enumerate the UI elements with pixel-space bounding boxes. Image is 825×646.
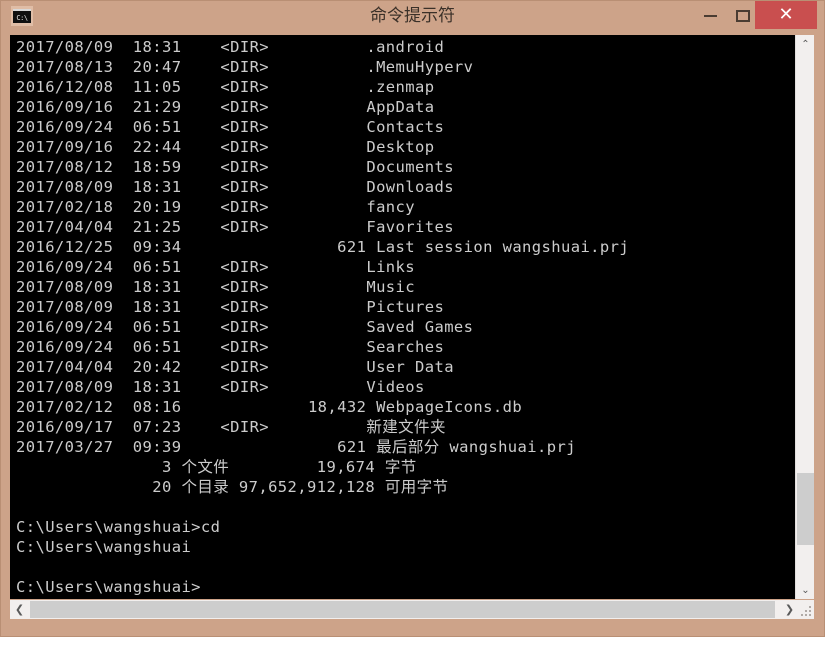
close-icon: ✕ bbox=[778, 4, 794, 25]
scroll-down-arrow-icon[interactable]: ⌄ bbox=[796, 581, 815, 599]
command-prompt-window: C:\ 命令提示符 ✕ 2017/08/09 18:31 <DIR> .andr… bbox=[0, 0, 825, 637]
vertical-scrollbar-thumb[interactable] bbox=[797, 473, 814, 545]
scroll-left-arrow-icon[interactable]: ❮ bbox=[10, 600, 29, 619]
console-output-area[interactable]: 2017/08/09 18:31 <DIR> .android 2017/08/… bbox=[10, 35, 799, 599]
vertical-scrollbar[interactable]: ⌃ ⌄ bbox=[795, 35, 814, 599]
horizontal-scrollbar[interactable]: ❮ ❯ bbox=[10, 600, 814, 619]
horizontal-scrollbar-thumb[interactable] bbox=[30, 601, 775, 618]
console-icon[interactable]: C:\ bbox=[11, 6, 33, 26]
console-text: 2017/08/09 18:31 <DIR> .android 2017/08/… bbox=[16, 38, 630, 596]
title-bar[interactable]: C:\ 命令提示符 ✕ bbox=[1, 1, 824, 32]
scroll-right-arrow-icon[interactable]: ❯ bbox=[780, 600, 799, 619]
minimize-icon bbox=[704, 14, 717, 17]
scroll-up-arrow-icon[interactable]: ⌃ bbox=[796, 35, 815, 53]
resize-grip[interactable] bbox=[799, 600, 814, 619]
console-icon-glyph: C:\ bbox=[13, 9, 31, 23]
close-button[interactable]: ✕ bbox=[755, 1, 817, 29]
maximize-icon bbox=[735, 9, 750, 22]
